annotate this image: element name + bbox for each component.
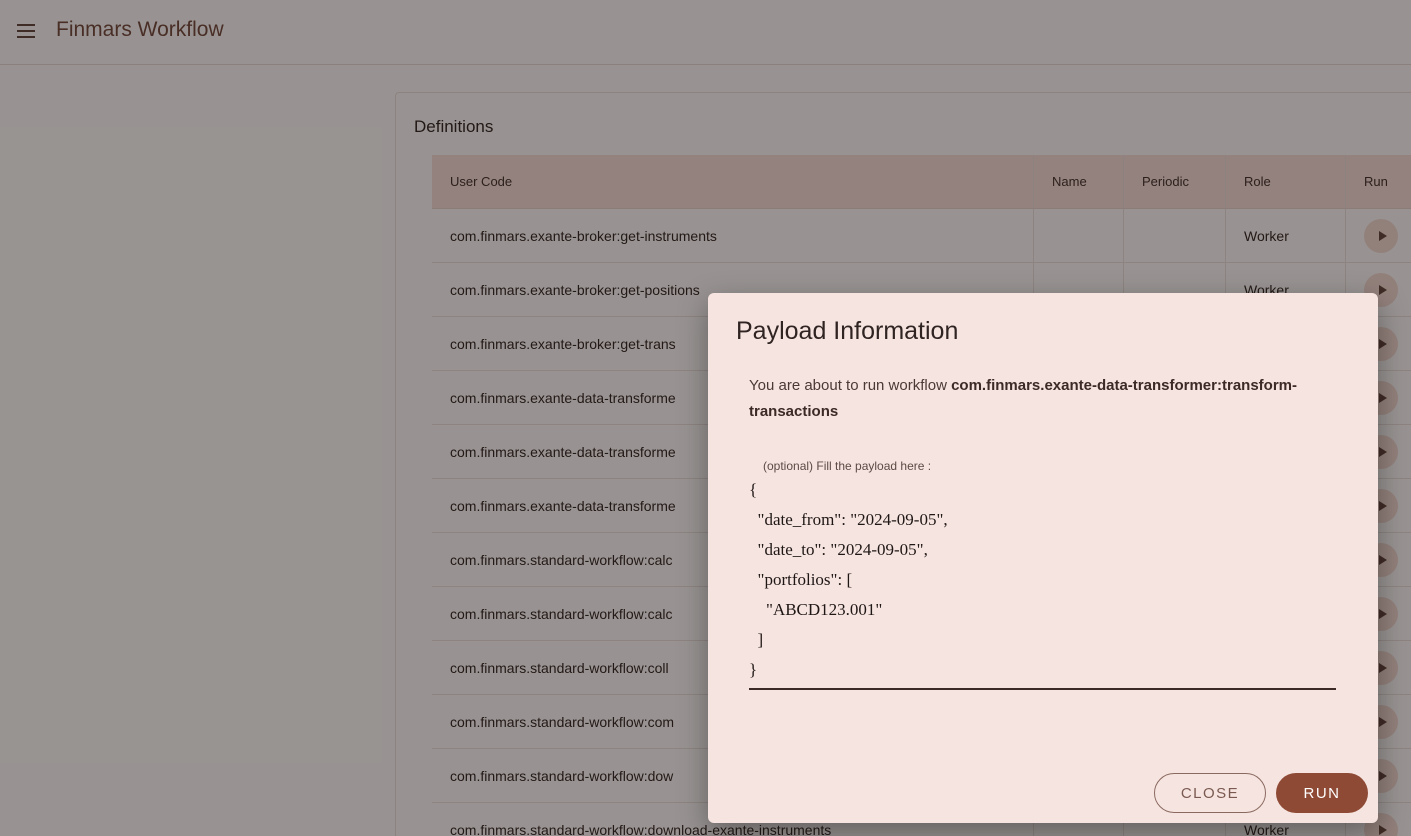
dialog-actions: CLOSE RUN <box>1154 773 1368 813</box>
payload-dialog: Payload Information You are about to run… <box>708 293 1378 823</box>
payload-label: (optional) Fill the payload here : <box>763 459 932 473</box>
close-button[interactable]: CLOSE <box>1154 773 1266 813</box>
dialog-title: Payload Information <box>736 317 959 345</box>
dialog-message-prefix: You are about to run workflow <box>749 377 952 394</box>
run-button[interactable]: RUN <box>1276 773 1368 813</box>
payload-input[interactable]: { "date_from": "2024-09-05", "date_to": … <box>749 475 1336 690</box>
dialog-message: You are about to run workflow com.finmar… <box>749 373 1329 425</box>
